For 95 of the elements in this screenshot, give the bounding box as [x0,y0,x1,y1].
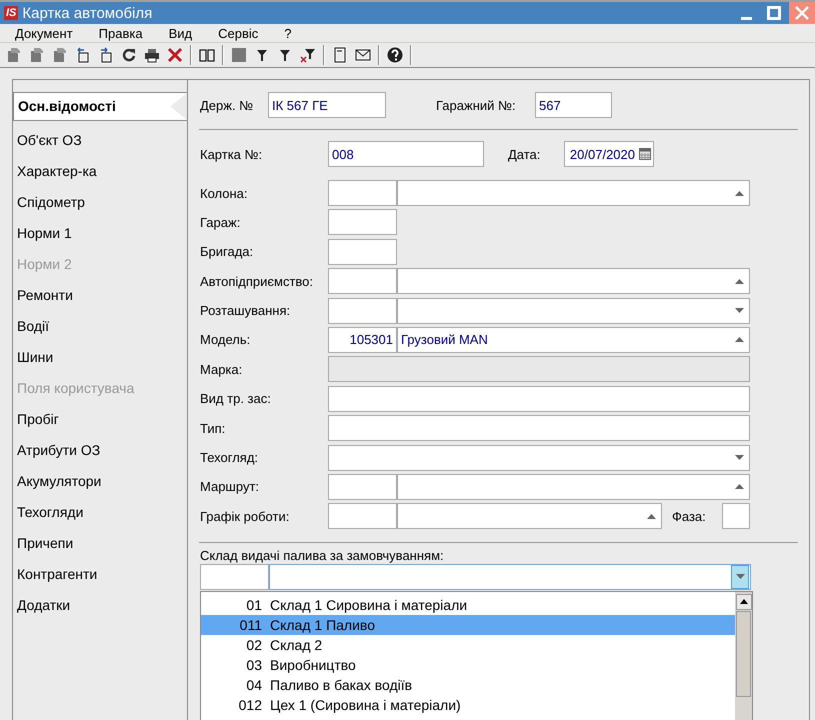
input-field[interactable] [328,209,397,236]
input-field[interactable] [722,503,750,530]
sidebar-tab[interactable]: Атрибути ОЗ [13,435,187,466]
filter-icon[interactable] [254,47,270,63]
list-option[interactable]: 011 Склад 1 Паливо [201,614,735,635]
sidebar-tab[interactable]: Характер-ка [13,156,187,187]
field-label: Маршрут: [200,479,260,494]
sidebar-tab[interactable]: Акумулятори [13,466,187,497]
doc-icon[interactable] [52,47,68,63]
field-label: Колона: [200,186,248,200]
help-icon[interactable] [387,47,403,63]
sidebar-tab[interactable]: Осн.відомості [13,92,188,121]
field-label: Модель: [200,332,252,348]
sidebar-tab[interactable]: Шини [13,342,187,373]
code-field[interactable] [328,474,397,500]
refresh-icon[interactable] [121,47,137,63]
sidebar-tab[interactable]: Об'єкт ОЗ [13,125,187,156]
field-label: Держ. № [200,98,254,112]
doc-icon[interactable] [6,47,22,63]
code-field[interactable] [200,564,269,590]
note-icon[interactable] [332,47,348,63]
list-option[interactable]: 03 Виробництво [201,654,735,675]
combo-box[interactable]: Грузовий MAN [397,326,750,353]
date-field[interactable]: 20/07/2020 [564,141,654,167]
doc-icon[interactable] [29,47,45,63]
window-title: Картка автомобіля [22,4,152,22]
code-field[interactable]: 105301 [328,326,397,353]
import-icon[interactable] [75,47,91,63]
sidebar-tab[interactable]: Ремонти [13,280,187,311]
sidebar-tab[interactable]: Техогляди [13,497,187,528]
close-button[interactable] [789,2,815,24]
field-label: Графік роботи: [200,508,290,524]
minimize-icon [740,16,752,20]
scroll-up-icon[interactable] [736,594,752,610]
sidebar-tab[interactable]: Спідометр [13,187,187,218]
input-field[interactable] [328,386,750,412]
menu-item[interactable]: Правка [98,26,143,40]
export-icon[interactable] [98,47,114,63]
field-label: Фаза: [672,508,707,524]
field-label: Дата: [508,146,542,162]
field-label: Тип: [200,420,226,436]
field-label: Склад видачі палива за замовчуванням: [200,548,445,564]
sidebar-tab[interactable]: Контрагенти [13,559,187,590]
sidebar-tab[interactable]: Пробіг [13,404,187,435]
field-label: Картка №: [200,146,264,162]
calendar-icon[interactable] [639,148,651,160]
field-label: Техогляд: [200,450,260,466]
menu-item[interactable]: Сервіс [218,26,258,40]
sidebar-tab[interactable]: Водії [13,311,187,342]
sidebar-tab[interactable]: Додатки [13,590,187,621]
maximize-icon [767,6,781,20]
sidebar-tab[interactable]: Норми 1 [13,218,187,249]
print-icon[interactable] [144,47,160,63]
dropdown-arrow-icon [736,574,744,580]
input-field[interactable]: 567 [535,92,612,118]
menu-item[interactable]: ? [284,26,292,40]
field-label: Автопідприємство: [200,274,314,289]
scrollbar[interactable] [735,592,752,720]
scroll-thumb[interactable] [736,610,751,697]
delete-icon[interactable] [167,47,183,63]
dropdown-button[interactable] [731,564,749,589]
code-field[interactable] [328,268,397,294]
input-field[interactable] [328,238,397,265]
input-field[interactable]: 008 [328,141,484,167]
field-label: Розташування: [200,303,292,318]
menu-item[interactable]: Документ [15,26,73,40]
list-option[interactable]: 02 Склад 2 [201,634,735,655]
input-field[interactable] [328,415,750,442]
combo-box[interactable] [328,444,750,471]
filter-clear-icon[interactable] [300,47,316,63]
field-label: Гараж: [200,214,242,230]
combo-box[interactable] [397,474,750,500]
book-icon[interactable] [199,47,215,63]
input-field[interactable]: ІК 567 ГЕ [268,92,386,118]
sidebar-tab[interactable]: Причепи [13,528,187,559]
close-icon [795,6,809,20]
app-logo: IS [4,6,18,20]
combo-box[interactable] [397,503,662,530]
menu-item[interactable]: Вид [168,26,192,40]
list-option[interactable]: 01 Склад 1 Сировина і матеріали [201,594,735,615]
combo-box[interactable] [397,268,750,294]
combo-box[interactable] [397,298,750,324]
field-label: Марка: [200,362,244,377]
combo-box[interactable] [397,180,750,206]
filter-icon[interactable] [277,47,293,63]
code-field[interactable] [328,298,397,324]
field-label: Гаражний №: [436,98,517,112]
square-icon[interactable] [231,47,247,63]
field-label: Бригада: [200,244,254,260]
envelope-icon[interactable] [355,47,371,63]
list-option[interactable]: 012 Цех 1 (Сировина і матеріали) [201,694,735,715]
code-field[interactable] [328,180,397,206]
field-label: Вид тр. зас: [200,391,272,406]
list-option[interactable]: 04 Паливо в баках водіїв [201,674,735,695]
code-field[interactable] [328,503,397,530]
